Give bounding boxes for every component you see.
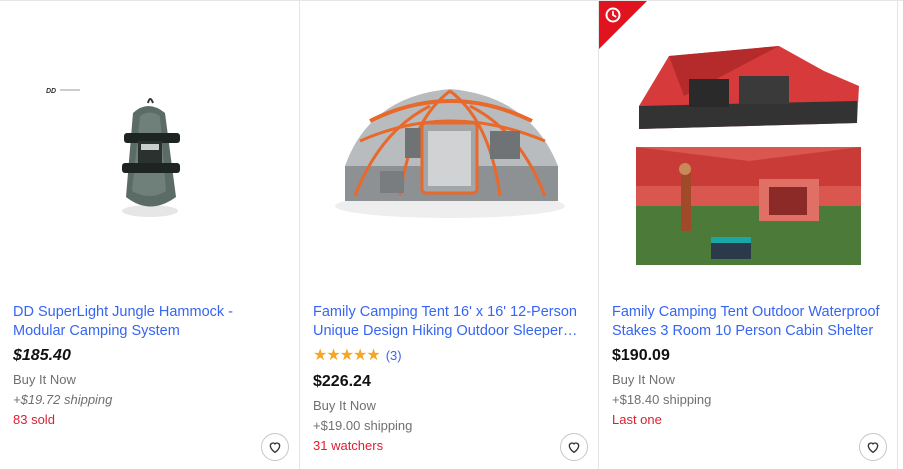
product-card[interactable]: DD DD SuperLight Jungle Hammock - Modula… xyxy=(0,1,300,469)
product-title[interactable]: Family Camping Tent 16' x 16' 12-Person … xyxy=(313,303,588,341)
product-price: $190.09 xyxy=(612,347,670,364)
product-title[interactable]: Family Camping Tent Outdoor Waterproof S… xyxy=(612,303,887,341)
heart-icon xyxy=(269,442,281,454)
heart-icon xyxy=(867,442,879,454)
heart-icon xyxy=(568,442,580,454)
product-card[interactable]: Family Camping Tent 16' x 16' 12-Person … xyxy=(299,1,599,469)
watch-button[interactable] xyxy=(859,433,887,461)
sold-count: 83 sold xyxy=(13,412,55,427)
product-price: $226.24 xyxy=(313,373,371,390)
purchase-format: Buy It Now xyxy=(313,398,376,413)
product-title[interactable]: DD SuperLight Jungle Hammock - Modular C… xyxy=(13,303,289,341)
product-grid: DD DD SuperLight Jungle Hammock - Modula… xyxy=(0,0,903,469)
dome-tent-image xyxy=(335,89,565,218)
brand-logo: DD xyxy=(46,88,56,95)
shipping-cost: +$19.00 shipping xyxy=(313,418,413,433)
product-image[interactable] xyxy=(300,1,598,293)
purchase-format: Buy It Now xyxy=(612,372,675,387)
shipping-cost: +$18.40 shipping xyxy=(612,392,712,407)
shipping-cost: +$19.72 shipping xyxy=(13,392,113,407)
rating-stars: ★★★★★ xyxy=(313,347,381,364)
product-rating[interactable]: ★★★★★ (3) xyxy=(313,345,402,365)
watch-button[interactable] xyxy=(261,433,289,461)
product-image[interactable]: DD xyxy=(0,1,299,293)
rating-count[interactable]: (3) xyxy=(386,348,402,363)
watcher-count: 31 watchers xyxy=(313,438,384,453)
watch-button[interactable] xyxy=(560,433,588,461)
product-price: $185.40 xyxy=(13,347,71,364)
badge-background xyxy=(599,1,647,49)
hammock-image: DD xyxy=(46,88,180,217)
last-one-label: Last one xyxy=(612,412,662,427)
purchase-format: Buy It Now xyxy=(13,372,76,387)
product-card[interactable]: Family Camping Tent Outdoor Waterproof S… xyxy=(598,1,898,469)
limited-time-badge xyxy=(599,1,647,49)
